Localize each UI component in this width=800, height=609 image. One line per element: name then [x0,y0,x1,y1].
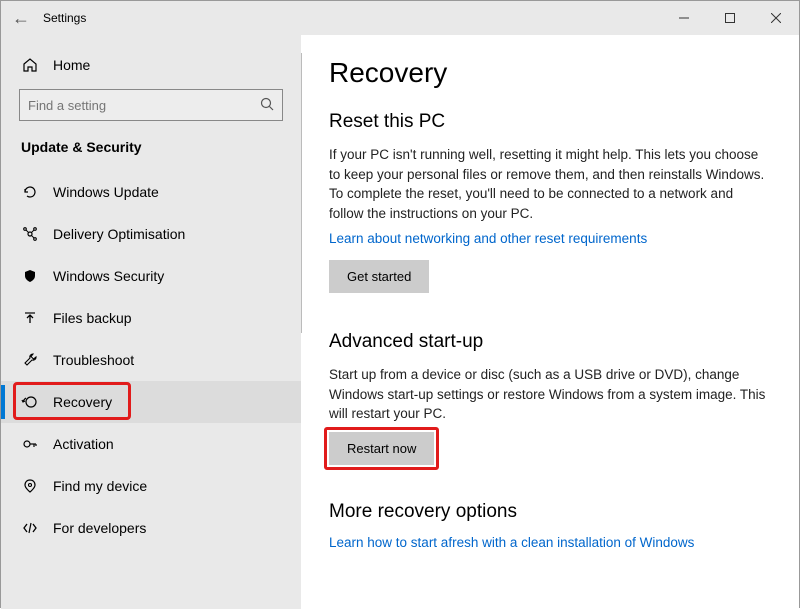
search-icon [260,97,274,114]
reset-body: If your PC isn't running well, resetting… [329,145,769,223]
reset-title: Reset this PC [329,111,771,133]
sidebar-item-troubleshoot[interactable]: Troubleshoot [1,339,301,381]
restart-highlight-wrap: Restart now [329,432,434,465]
more-link[interactable]: Learn how to start afresh with a clean i… [329,535,694,550]
page-title: Recovery [329,57,771,89]
sidebar-home[interactable]: Home [1,49,301,81]
sidebar-home-label: Home [53,57,90,73]
more-title: More recovery options [329,501,771,523]
sidebar-item-label: Troubleshoot [53,352,134,368]
sidebar-item-delivery-optimisation[interactable]: Delivery Optimisation [1,213,301,255]
close-button[interactable] [753,1,799,35]
sidebar-item-label: Windows Security [53,268,164,284]
reset-section: Reset this PC If your PC isn't running w… [329,111,771,321]
scroll-indicator [301,53,302,333]
search-field[interactable] [28,98,260,113]
sidebar-item-find-my-device[interactable]: Find my device [1,465,301,507]
maximize-button[interactable] [707,1,753,35]
sidebar-item-label: Recovery [53,394,112,410]
code-icon [21,520,39,536]
wrench-icon [21,352,39,368]
reset-link[interactable]: Learn about networking and other reset r… [329,231,647,246]
sidebar-item-label: Find my device [53,478,147,494]
location-icon [21,478,39,494]
advanced-title: Advanced start-up [329,331,771,353]
get-started-button[interactable]: Get started [329,260,429,293]
sidebar-category: Update & Security [1,135,301,171]
sidebar-item-for-developers[interactable]: For developers [1,507,301,549]
minimize-button[interactable] [661,1,707,35]
sidebar-item-label: Files backup [53,310,132,326]
key-icon [21,436,39,452]
search-input[interactable] [19,89,283,121]
sidebar-item-label: Windows Update [53,184,159,200]
sidebar-item-label: Activation [53,436,114,452]
more-section: More recovery options Learn how to start… [329,501,771,564]
sidebar-item-label: Delivery Optimisation [53,226,185,242]
main-panel: Recovery Reset this PC If your PC isn't … [301,35,799,609]
backup-icon [21,310,39,326]
shield-icon [21,268,39,284]
sidebar-item-windows-security[interactable]: Windows Security [1,255,301,297]
advanced-section: Advanced start-up Start up from a device… [329,331,771,491]
recovery-icon [21,394,39,410]
content-area: Home Update & Security Windows Update [1,35,799,609]
sidebar: Home Update & Security Windows Update [1,35,301,609]
home-icon [21,57,39,73]
sidebar-item-files-backup[interactable]: Files backup [1,297,301,339]
sync-icon [21,184,39,200]
sidebar-item-activation[interactable]: Activation [1,423,301,465]
title-bar: ← Settings [1,1,799,35]
sidebar-item-recovery[interactable]: Recovery [1,381,301,423]
nav-list: Windows Update Delivery Optimisation Win… [1,171,301,549]
sidebar-item-label: For developers [53,520,146,536]
restart-now-button[interactable]: Restart now [329,432,434,465]
advanced-body: Start up from a device or disc (such as … [329,365,769,424]
window-title: Settings [41,11,661,25]
sidebar-item-windows-update[interactable]: Windows Update [1,171,301,213]
window-controls [661,1,799,35]
delivery-icon [21,226,39,242]
back-icon[interactable]: ← [1,8,41,29]
